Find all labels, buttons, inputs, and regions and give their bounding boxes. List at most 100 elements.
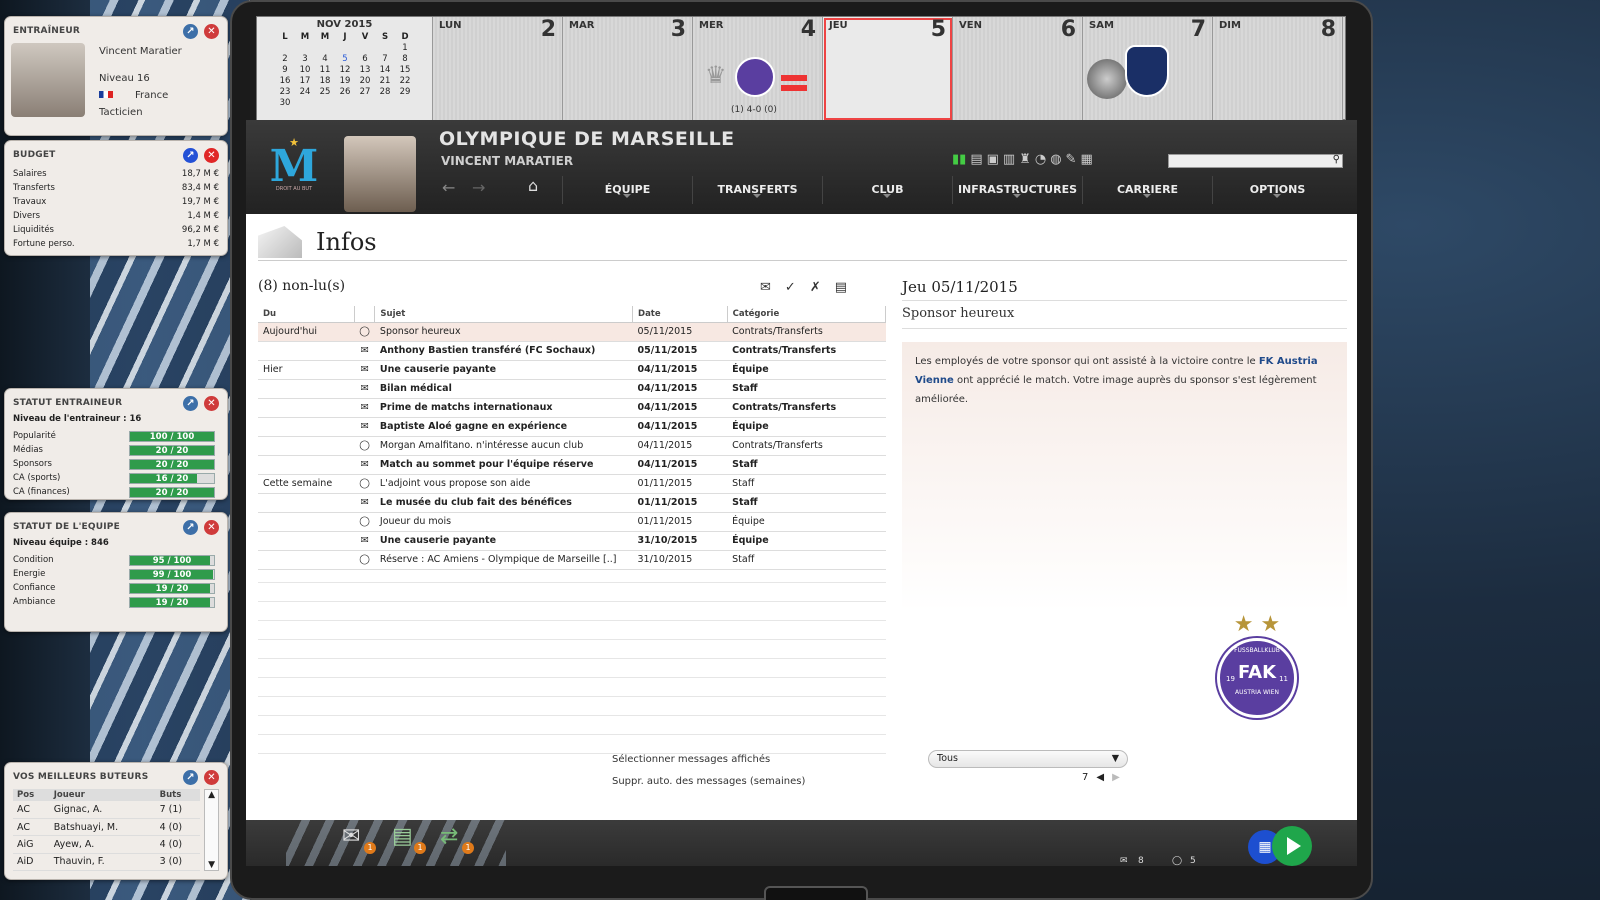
open-icon[interactable]: ↗ bbox=[183, 769, 198, 785]
calendar-day[interactable]: 1 bbox=[395, 43, 415, 53]
trophy-icon[interactable]: ♜ bbox=[1019, 152, 1031, 167]
day-cell[interactable]: JEU 5 bbox=[823, 17, 953, 121]
forward-arrow-icon[interactable]: → bbox=[472, 178, 485, 197]
forward-mail-icon[interactable]: ✉ bbox=[760, 280, 771, 295]
display-filter-select[interactable]: Tous ▼ bbox=[928, 750, 1128, 768]
message-row[interactable]: Aujourd'hui ◯ Sponsor heureux 05/11/2015 Con… bbox=[258, 322, 886, 342]
open-icon[interactable]: ↗ bbox=[183, 23, 198, 39]
nav-item[interactable]: TRANSFERTS bbox=[692, 176, 822, 204]
day-cell[interactable]: DIM 8 bbox=[1213, 17, 1343, 121]
calendar-day[interactable]: 27 bbox=[355, 87, 375, 97]
search-icon[interactable]: ⚲ bbox=[1333, 154, 1340, 165]
nav-item[interactable]: CARRIERE bbox=[1082, 176, 1212, 204]
scorers-header[interactable]: Pos bbox=[13, 789, 50, 801]
calendar-day[interactable]: 5 bbox=[335, 54, 355, 64]
column-header[interactable]: Date bbox=[632, 306, 728, 323]
scorers-header[interactable]: Buts bbox=[155, 789, 201, 801]
archive-icon[interactable]: ▤ bbox=[835, 280, 847, 295]
column-header[interactable]: Du bbox=[258, 306, 355, 323]
column-header[interactable]: Catégorie bbox=[727, 306, 887, 323]
message-row[interactable]: ✉ Match au sommet pour l'équipe réserve 04… bbox=[258, 455, 886, 475]
calendar-day[interactable]: 9 bbox=[275, 65, 295, 75]
nav-item[interactable]: CLUB bbox=[822, 176, 952, 204]
close-icon[interactable]: ✕ bbox=[204, 23, 219, 39]
message-row[interactable]: Cette semaine ◯ L'adjoint vous propose son… bbox=[258, 474, 886, 494]
message-row[interactable]: ◯ Joueur du mois 01/11/2015 Équipe bbox=[258, 512, 886, 532]
search-input[interactable]: ⚲ bbox=[1168, 154, 1343, 168]
nav-item[interactable]: OPTIONS bbox=[1212, 176, 1342, 204]
day-cell[interactable]: MER 4 ♛ (1) 4-0 (0) bbox=[693, 17, 823, 121]
day-cell[interactable]: SAM 7 bbox=[1083, 17, 1213, 121]
calendar-day[interactable]: 16 bbox=[275, 76, 295, 86]
day-cell[interactable]: VEN 6 bbox=[953, 17, 1083, 121]
calendar-day[interactable]: 7 bbox=[375, 54, 395, 64]
calendar-day[interactable]: 2 bbox=[275, 54, 295, 64]
calendar-day[interactable]: 30 bbox=[275, 98, 295, 108]
message-row[interactable]: ✉ Le musée du club fait des bénéfices 01/1… bbox=[258, 493, 886, 513]
calendar-day[interactable]: 21 bbox=[375, 76, 395, 86]
message-row[interactable]: ✉ Une causerie payante 31/10/2015 Équipe bbox=[258, 531, 886, 551]
stats-icon[interactable]: ▥ bbox=[1003, 152, 1015, 167]
close-icon[interactable]: ✕ bbox=[204, 519, 219, 535]
message-row[interactable]: Hier ✉ Une causerie payante 04/11/2015 Équip… bbox=[258, 360, 886, 380]
calendar-day[interactable]: 24 bbox=[295, 87, 315, 97]
delete-mail-icon[interactable]: ✗ bbox=[810, 280, 821, 295]
calendar-day[interactable]: 6 bbox=[355, 54, 375, 64]
continue-button[interactable] bbox=[1272, 826, 1312, 866]
scorers-header[interactable]: Joueur bbox=[49, 789, 156, 801]
mail-shortcut-icon[interactable]: ✉ bbox=[342, 824, 360, 849]
calendar-day[interactable]: 12 bbox=[335, 65, 355, 75]
auto-delete-stepper[interactable]: 7 ◀ ▶ bbox=[1082, 772, 1120, 783]
calendar-day[interactable]: 10 bbox=[295, 65, 315, 75]
message-row[interactable]: ◯ Réserve : AC Amiens - Olympique de Mars… bbox=[258, 550, 886, 570]
increase-icon[interactable]: ▶ bbox=[1112, 772, 1120, 783]
calendar-day[interactable]: 4 bbox=[315, 54, 335, 64]
scorer-row[interactable]: AC Gignac, A. 7 (1) bbox=[13, 801, 201, 819]
nav-item[interactable]: INFRASTRUCTURES bbox=[952, 176, 1082, 204]
message-row[interactable]: ✉ Prime de matchs internationaux 04/11/201… bbox=[258, 398, 886, 418]
calendar-day[interactable]: 29 bbox=[395, 87, 415, 97]
mark-read-icon[interactable]: ✓ bbox=[785, 280, 796, 295]
calendar-day[interactable]: 13 bbox=[355, 65, 375, 75]
close-icon[interactable]: ✕ bbox=[204, 769, 219, 785]
scorer-row[interactable]: AiD Thauvin, F. 3 (0) bbox=[13, 853, 201, 872]
scorers-scrollbar[interactable]: ▲ ▼ bbox=[204, 789, 219, 871]
scorer-row[interactable]: AiG Ayew, A. 4 (0) bbox=[13, 835, 201, 854]
message-row[interactable]: ✉ Anthony Bastien transféré (FC Sochaux) 0… bbox=[258, 341, 886, 361]
home-button[interactable] bbox=[764, 886, 868, 900]
calendar-day[interactable]: 28 bbox=[375, 87, 395, 97]
column-header[interactable]: Sujet bbox=[374, 306, 634, 323]
day-cell[interactable]: LUN 2 bbox=[433, 17, 563, 121]
globe-icon[interactable]: ◍ bbox=[1050, 152, 1061, 167]
scorer-row[interactable]: AC Batshuayi, M. 4 (0) bbox=[13, 818, 201, 837]
nav-item[interactable]: ÉQUIPE bbox=[562, 176, 692, 204]
close-icon[interactable]: ✕ bbox=[204, 395, 219, 411]
calendar-day[interactable]: 22 bbox=[395, 76, 415, 86]
calendar-day[interactable]: 15 bbox=[395, 65, 415, 75]
decrease-icon[interactable]: ◀ bbox=[1096, 772, 1104, 783]
back-arrow-icon[interactable]: ← bbox=[442, 178, 455, 197]
tools-icon[interactable]: ✎ bbox=[1066, 152, 1077, 167]
open-icon[interactable]: ↗ bbox=[183, 147, 198, 163]
calendar-day[interactable]: 11 bbox=[315, 65, 335, 75]
close-icon[interactable]: ✕ bbox=[204, 147, 219, 163]
refresh-icon[interactable]: ◔ bbox=[1035, 152, 1046, 167]
calendar-day[interactable]: 25 bbox=[315, 87, 335, 97]
message-row[interactable]: ✉ Baptiste Aloé gagne en expérience 04/11/… bbox=[258, 417, 886, 437]
transfer-shortcut-icon[interactable]: ⇄ bbox=[440, 824, 458, 849]
calendar-day[interactable]: 23 bbox=[275, 87, 295, 97]
calendar-day[interactable]: 14 bbox=[375, 65, 395, 75]
open-icon[interactable]: ↗ bbox=[183, 395, 198, 411]
message-row[interactable]: ✉ Bilan médical 04/11/2015 Staff bbox=[258, 379, 886, 399]
contract-shortcut-icon[interactable]: ▤ bbox=[392, 824, 413, 849]
home-icon[interactable]: ⌂ bbox=[528, 176, 538, 195]
scroll-down-icon[interactable]: ▼ bbox=[208, 860, 215, 870]
calendar-day[interactable]: 26 bbox=[335, 87, 355, 97]
calendar-day[interactable]: 20 bbox=[355, 76, 375, 86]
docs-icon[interactable]: ▦ bbox=[1080, 152, 1092, 167]
calendar-day[interactable]: 17 bbox=[295, 76, 315, 86]
calendar-day[interactable]: 8 bbox=[395, 54, 415, 64]
calendar-day[interactable]: 18 bbox=[315, 76, 335, 86]
day-cell[interactable]: MAR 3 bbox=[563, 17, 693, 121]
calendar-day[interactable]: 19 bbox=[335, 76, 355, 86]
